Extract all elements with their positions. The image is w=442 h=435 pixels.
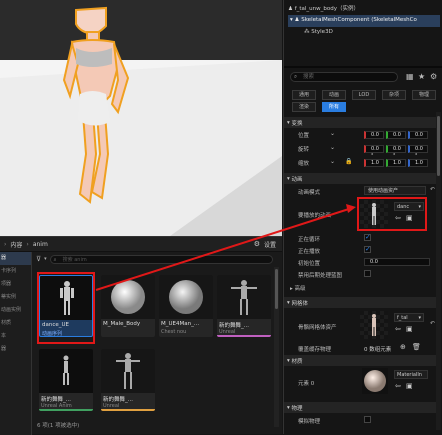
annotation-arrow — [95, 204, 356, 291]
